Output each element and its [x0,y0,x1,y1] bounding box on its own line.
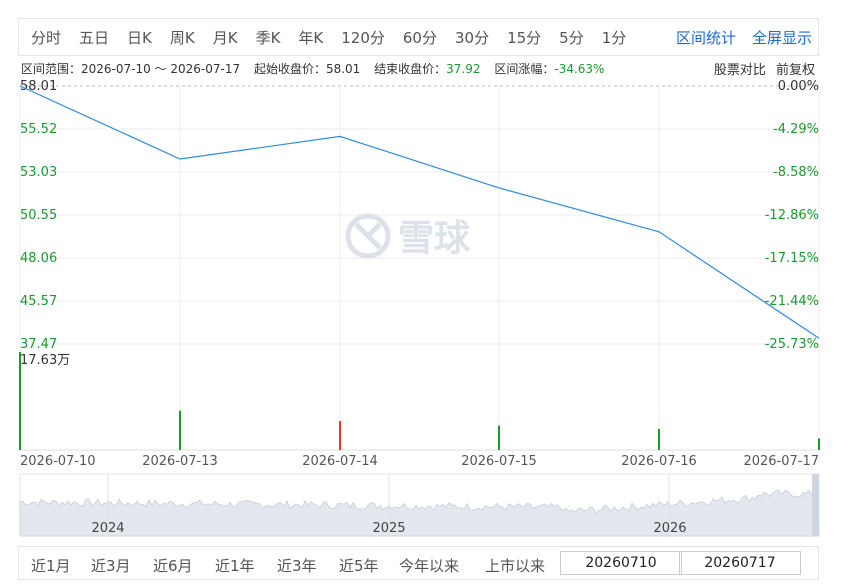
change-value: -34.63% [554,62,605,76]
watermark-text: 雪球 [398,218,471,259]
x-tick: 2026-07-10 [20,454,96,469]
y-tick-right: -17.15% [765,251,819,266]
price-line-path [19,85,820,339]
period-tab[interactable]: 5分 [559,27,584,48]
volume-bar [339,421,341,450]
range-button[interactable]: 今年以来 [399,555,459,576]
end-price: 37.92 [446,62,481,76]
end-price-label: 结束收盘价： [374,62,447,76]
start-price-label: 起始收盘价： [253,62,326,76]
y-tick-right: -21.44% [765,294,819,309]
period-tab[interactable]: 15分 [507,27,541,48]
overview-handle[interactable] [812,474,819,536]
overview-navigator: 2024 2025 2026 [19,473,820,537]
range-button[interactable]: 近3年 [277,555,317,576]
y-tick-right: -4.29% [773,122,819,137]
overview-year-label: 2026 [653,521,686,536]
price-chart[interactable]: 雪球 58.01 55.52 53.03 50.55 48.06 45.57 37.47 0.… [0,78,846,552]
start-price: 58.01 [325,62,361,76]
range-button[interactable]: 近6月 [153,555,193,576]
y-tick-left: 48.06 [20,251,57,266]
range-info: 区间范围：2026-07-10 ～ 2026-07-17 起始收盘价：58.01… [21,60,604,77]
range-button[interactable]: 近3月 [91,555,131,576]
x-tick: 2026-07-15 [461,454,537,469]
watermark: 雪球 [345,213,471,259]
stock-compare-button[interactable]: 股票对比 [714,63,766,78]
y-tick-left: 45.57 [20,294,57,309]
y-tick-right: 0.00% [778,79,819,94]
period-tab-bar: 分时 五日 日K 周K 月K 季K 年K 120分 60分 30分 15分 5分 1分 区间统计 全屏显… [18,18,819,56]
volume-max-label: 17.63万 [20,353,70,368]
date-from-input[interactable]: 20260710 [560,551,682,575]
x-tick: 2026-07-17 [743,454,819,469]
period-tab[interactable]: 月K [213,27,238,48]
x-tick: 2026-07-13 [142,454,218,469]
range-button[interactable]: 近5年 [339,555,379,576]
range-info-bar: 区间范围：2026-07-10 ～ 2026-07-17 起始收盘价：58.01… [18,58,819,78]
y-tick-right: -25.73% [765,337,819,352]
price-line [19,85,820,339]
period-tab[interactable]: 60分 [403,27,437,48]
range-selector: 20260710 20260717 近1月 近3月 近6月 近1年 近3年 近5年 今年以来… [18,546,819,580]
period-tab[interactable]: 分时 [31,27,61,48]
range-label: 区间范围：2026-07-10 ～ 2026-07-17 [21,62,241,76]
change-label: 区间涨幅： [494,62,555,76]
x-axis-labels: 2026-07-10 2026-07-13 2026-07-14 2026-07-15… [20,454,819,469]
fullscreen-link[interactable]: 全屏显示 [752,27,812,48]
volume-bar [658,428,660,450]
period-tab[interactable]: 日K [127,27,152,48]
period-tab[interactable]: 周K [170,27,195,48]
y-tick-left: 58.01 [20,79,57,94]
y-tick-right: -8.58% [773,165,819,180]
range-button[interactable]: 上市以来 [485,555,545,576]
x-tick: 2026-07-14 [302,454,378,469]
y-tick-left: 50.55 [20,208,57,223]
date-to-input[interactable]: 20260717 [679,551,801,575]
info-actions: 股票对比 前复权 [708,59,815,78]
y-tick-left: 53.03 [20,165,57,180]
range-button[interactable]: 近1年 [215,555,255,576]
volume-bar [19,352,21,450]
period-tab[interactable]: 年K [298,27,323,48]
overview-year-label: 2025 [372,521,405,536]
volume-bar [818,438,820,450]
range-stats-link[interactable]: 区间统计 [676,27,736,48]
x-tick: 2026-07-16 [621,454,697,469]
period-tab[interactable]: 1分 [602,27,627,48]
volume-bars: 17.63万 [19,352,820,450]
y-tick-left: 37.47 [20,337,57,352]
overview-year-label: 2024 [91,521,124,536]
period-tab[interactable]: 30分 [455,27,489,48]
volume-bar [498,425,500,450]
y-tick-left: 55.52 [20,122,57,137]
volume-bar [179,410,181,450]
period-tab[interactable]: 五日 [79,27,109,48]
period-tab[interactable]: 季K [256,27,281,48]
y-tick-right: -12.86% [765,208,819,223]
adjust-mode-button[interactable]: 前复权 [776,63,815,78]
range-button[interactable]: 近1月 [31,555,71,576]
period-tab[interactable]: 120分 [341,27,385,48]
right-links: 区间统计 全屏显示 [676,27,812,48]
